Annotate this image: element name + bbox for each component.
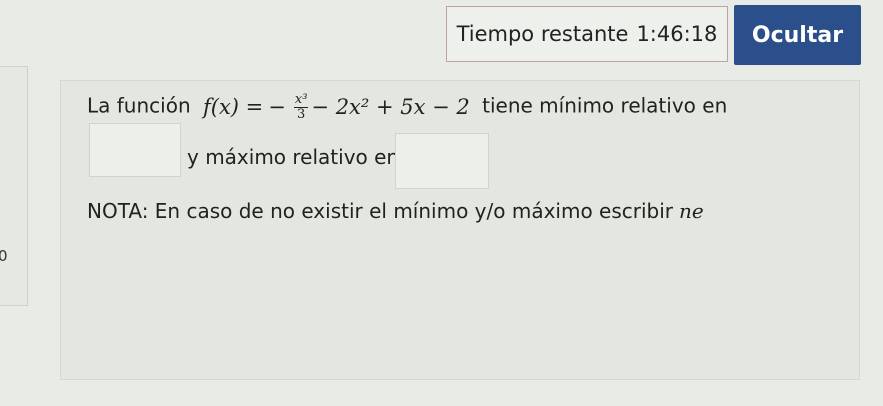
note-italic-ne: ne	[679, 199, 704, 223]
timer-value: 1:46:18	[636, 22, 718, 46]
minus-sign: −	[268, 95, 286, 120]
function-lhs: f(x) =	[202, 95, 264, 120]
note-body: NOTA: En caso de no existir el mínimo y/…	[87, 199, 674, 223]
left-side-panel: 0	[0, 66, 28, 306]
fraction-numerator: x³	[293, 92, 309, 108]
function-rest: − 2x² + 5x − 2	[311, 95, 470, 120]
max-answer-input[interactable]	[395, 133, 489, 189]
question-intro: La función	[87, 93, 191, 118]
hide-button[interactable]: Ocultar	[734, 5, 861, 65]
question-line-1: La función f(x) = − x³ 3 − 2x² + 5x − 2 …	[87, 93, 727, 121]
min-answer-input[interactable]	[89, 123, 181, 177]
function-expression: f(x) = − x³ 3 − 2x² + 5x − 2	[203, 93, 470, 121]
note-text: NOTA: En caso de no existir el mínimo y/…	[87, 199, 704, 223]
timer-display: Tiempo restante 1:46:18	[446, 6, 728, 62]
timer-label: Tiempo restante	[456, 22, 629, 46]
after-function-text: tiene mínimo relativo en	[482, 93, 728, 118]
fraction-denominator: 3	[297, 106, 306, 122]
left-panel-value: 0	[0, 247, 8, 265]
question-panel: La función f(x) = − x³ 3 − 2x² + 5x − 2 …	[60, 80, 860, 380]
fraction: x³ 3	[293, 92, 309, 122]
max-text: y máximo relativo en	[187, 145, 400, 169]
